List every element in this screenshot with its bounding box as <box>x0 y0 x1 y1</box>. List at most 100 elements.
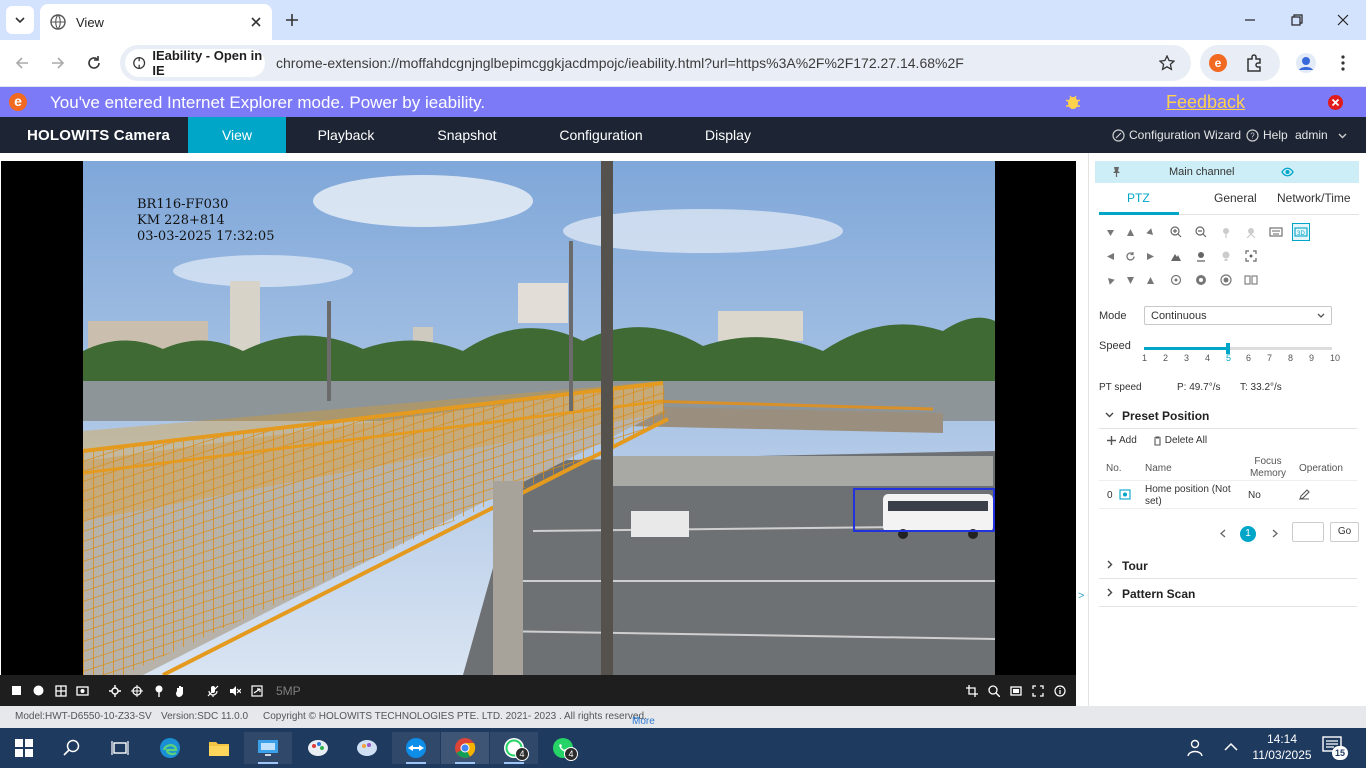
speed-tick[interactable]: 5 <box>1226 353 1231 363</box>
record-icon[interactable] <box>32 684 45 697</box>
panel-collapse-handle[interactable]: > <box>1078 590 1088 606</box>
focus-far-button[interactable] <box>1242 223 1260 241</box>
bug-icon[interactable] <box>1064 93 1082 111</box>
grid-icon[interactable] <box>54 684 67 697</box>
delete-all-button[interactable]: Delete All <box>1153 435 1207 446</box>
kebab-menu-icon[interactable] <box>1335 54 1351 72</box>
close-icon[interactable] <box>250 16 262 28</box>
back-button[interactable] <box>10 51 34 75</box>
eye-icon[interactable] <box>1281 167 1294 177</box>
wiper-button[interactable] <box>1192 271 1210 289</box>
edge-app[interactable] <box>146 732 194 764</box>
lens-init-button[interactable] <box>1217 271 1235 289</box>
page-current[interactable]: 1 <box>1240 526 1256 542</box>
remote-app[interactable] <box>244 732 292 764</box>
bookmark-star-button[interactable] <box>1156 52 1178 74</box>
preset-position-section[interactable]: Preset Position <box>1099 403 1357 429</box>
close-banner-icon[interactable] <box>1328 95 1343 110</box>
sync-view-button[interactable] <box>1242 271 1260 289</box>
new-tab-button[interactable] <box>280 8 304 32</box>
snipping-app[interactable] <box>294 732 342 764</box>
snapshot-icon[interactable] <box>76 684 89 697</box>
task-view-button[interactable] <box>96 732 144 764</box>
speed-tick[interactable]: 7 <box>1267 353 1272 363</box>
refresh-button[interactable] <box>1167 271 1185 289</box>
whatsapp-business-app[interactable]: 4 <box>539 732 587 764</box>
3d-positioning-button[interactable]: 3D <box>1292 223 1310 241</box>
zoom-out-button[interactable] <box>1192 223 1210 241</box>
pan-down-right-button[interactable] <box>1141 271 1159 289</box>
page-go-button[interactable]: Go <box>1330 522 1359 542</box>
ieability-extension-icon[interactable]: e <box>1208 53 1228 73</box>
profile-icon[interactable] <box>1296 53 1316 73</box>
start-button[interactable] <box>0 732 48 764</box>
notification-center[interactable]: 15 <box>1322 736 1352 760</box>
tab-network-time[interactable]: Network/Time <box>1277 191 1351 205</box>
restore-button[interactable] <box>1285 8 1309 32</box>
zoom-in-button[interactable] <box>1167 223 1185 241</box>
configuration-wizard-link[interactable]: Configuration Wizard <box>1112 117 1241 153</box>
taskbar-search[interactable] <box>48 732 96 764</box>
whatsapp-app[interactable]: 4 <box>490 732 538 764</box>
nav-tab-configuration[interactable]: Configuration <box>552 117 650 153</box>
taskbar-clock[interactable]: 14:14 11/03/2025 <box>1252 731 1312 763</box>
ie-mode-chip[interactable]: IEability - Open in IE <box>125 48 265 78</box>
help-link[interactable]: ? Help <box>1246 117 1288 153</box>
light-button[interactable] <box>1217 247 1235 265</box>
chevron-left-icon[interactable] <box>1219 529 1227 538</box>
pattern-scan-section[interactable]: Pattern Scan <box>1099 581 1357 607</box>
table-row[interactable]: 0 Home position (Not set) No <box>1099 481 1357 509</box>
people-icon[interactable] <box>1186 739 1204 757</box>
pan-up-left-button[interactable] <box>1101 223 1119 241</box>
tab-ptz[interactable]: PTZ <box>1127 191 1150 205</box>
window-icon[interactable] <box>1009 684 1022 697</box>
url-text[interactable]: chrome-extension://moffahdcgnjnglbepimcg… <box>276 55 964 71</box>
tilt-down-button[interactable] <box>1121 271 1139 289</box>
window-close-button[interactable] <box>1331 8 1355 32</box>
nav-tab-display[interactable]: Display <box>696 117 760 153</box>
file-explorer-app[interactable] <box>195 732 243 764</box>
mode-select[interactable]: Continuous <box>1144 306 1332 325</box>
page-input[interactable] <box>1292 522 1324 542</box>
iris-open-button[interactable] <box>1167 247 1185 265</box>
puzzle-icon[interactable] <box>1244 53 1264 73</box>
speed-tick[interactable]: 6 <box>1246 353 1251 363</box>
nav-tab-snapshot[interactable]: Snapshot <box>424 117 510 153</box>
speed-tick[interactable]: 8 <box>1288 353 1293 363</box>
tour-section[interactable]: Tour <box>1099 553 1357 579</box>
focus-near-button[interactable] <box>1217 223 1235 241</box>
tilt-up-button[interactable] <box>1121 223 1139 241</box>
stop-icon[interactable] <box>10 684 23 697</box>
chrome-app[interactable] <box>441 732 489 764</box>
hand-icon[interactable] <box>174 684 187 697</box>
iris-close-button[interactable] <box>1192 247 1210 265</box>
speed-tick[interactable]: 9 <box>1309 353 1314 363</box>
nav-tab-playback[interactable]: Playback <box>300 117 392 153</box>
speed-slider[interactable] <box>1144 343 1332 354</box>
chevron-right-icon[interactable] <box>1271 529 1279 538</box>
speed-tick[interactable]: 10 <box>1330 353 1340 363</box>
preset-goto-icon[interactable] <box>1119 489 1131 500</box>
footer-more-link[interactable]: More ⌄ <box>632 711 655 727</box>
keyboard-button[interactable] <box>1267 223 1285 241</box>
ptz-settings-icon[interactable] <box>108 684 121 697</box>
pan-down-left-button[interactable] <box>1101 271 1119 289</box>
reload-button[interactable] <box>82 51 106 75</box>
pan-up-right-button[interactable] <box>1141 223 1159 241</box>
chevron-up-icon[interactable] <box>1224 742 1238 752</box>
auto-pan-button[interactable] <box>1121 247 1139 265</box>
pin-icon[interactable] <box>152 684 165 697</box>
speed-tick[interactable]: 1 <box>1142 353 1147 363</box>
speed-tick[interactable]: 4 <box>1205 353 1210 363</box>
edit-icon[interactable] <box>1299 489 1310 500</box>
focus-frame-button[interactable] <box>1242 247 1260 265</box>
tab-search-button[interactable] <box>6 6 34 34</box>
forward-button[interactable] <box>46 51 70 75</box>
crop-icon[interactable] <box>965 684 978 697</box>
pan-left-button[interactable] <box>1101 247 1119 265</box>
paint-app[interactable] <box>343 732 391 764</box>
speed-tick[interactable]: 3 <box>1184 353 1189 363</box>
speed-tick[interactable]: 2 <box>1163 353 1168 363</box>
add-preset-button[interactable]: Add <box>1107 435 1137 446</box>
mic-off-icon[interactable] <box>206 684 219 697</box>
